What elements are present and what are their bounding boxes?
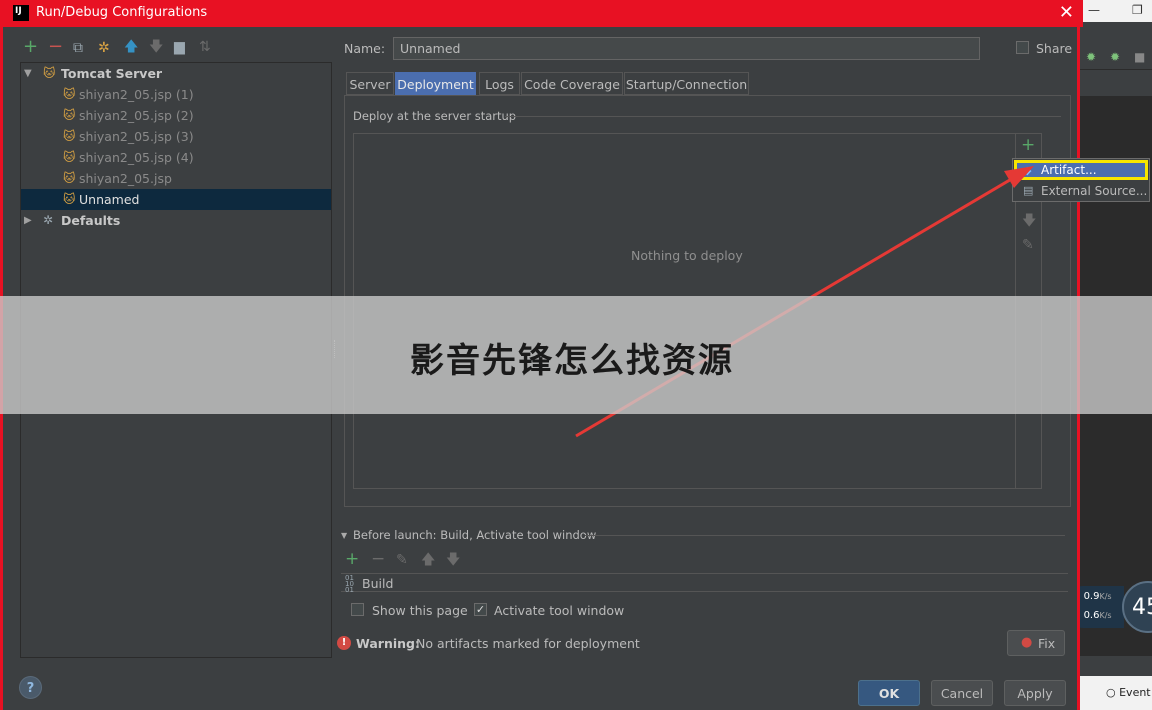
move-down-icon[interactable]: 🡇 <box>1022 214 1036 228</box>
copy-configuration-icon[interactable]: ⧉ <box>73 41 83 55</box>
dialog-title: Run/Debug Configurations <box>36 5 208 20</box>
build-binary-icon: 01 10 01 <box>345 574 354 594</box>
tree-node-defaults[interactable]: ▶ ✲ Defaults <box>21 210 331 231</box>
background-toolbar: ✹ ✹ ■ <box>1080 44 1152 70</box>
edit-task-icon[interactable]: ✎ <box>396 553 408 567</box>
help-icon[interactable]: ? <box>19 676 42 699</box>
tree-item-config[interactable]: 🐱 shiyan2_05.jsp (1) <box>21 84 331 105</box>
tomcat-icon: 🐱 <box>63 150 76 164</box>
add-task-icon[interactable]: + <box>345 551 359 568</box>
warning-text: No artifacts marked for deployment <box>416 636 640 651</box>
background-titlebar: — ❐ <box>1080 0 1152 22</box>
tomcat-icon: 🐱 <box>63 108 76 122</box>
tree-item-config[interactable]: 🐱 shiyan2_05.jsp (2) <box>21 105 331 126</box>
tomcat-icon: 🐱 <box>43 66 56 80</box>
coverage-icon[interactable]: ✹ <box>1110 50 1120 64</box>
tab-startup-connection[interactable]: Startup/Connection <box>624 72 749 95</box>
activate-tool-window-label[interactable]: Activate tool window <box>494 603 624 618</box>
tomcat-icon: 🐱 <box>63 129 76 143</box>
search-icon: ○ <box>1106 686 1116 699</box>
tomcat-icon: 🐱 <box>63 171 76 185</box>
bulb-icon: ● <box>1021 635 1033 650</box>
share-checkbox[interactable] <box>1016 41 1029 54</box>
cancel-button[interactable]: Cancel <box>931 680 993 706</box>
remove-task-icon[interactable]: − <box>371 551 385 568</box>
add-artifact-icon[interactable]: + <box>1021 137 1035 154</box>
artifact-icon: ◆ <box>1023 164 1032 177</box>
tree-node-tomcat-server[interactable]: ▼ 🐱 Tomcat Server <box>21 63 331 84</box>
tomcat-icon: 🐱 <box>63 87 76 101</box>
tree-item-unnamed-selected[interactable]: 🐱 Unnamed <box>21 189 331 210</box>
move-down-icon[interactable]: 🡇 <box>149 40 163 54</box>
tree-item-config[interactable]: 🐱 shiyan2_05.jsp (4) <box>21 147 331 168</box>
tree-item-config[interactable]: 🐱 shiyan2_05.jsp <box>21 168 331 189</box>
tab-deployment[interactable]: Deployment <box>395 72 476 96</box>
watermark-text: 影音先锋怎么找资源 <box>410 341 734 381</box>
edit-defaults-icon[interactable]: ✲ <box>98 41 110 55</box>
fix-button[interactable]: ● Fix <box>1007 630 1065 656</box>
edit-pencil-icon[interactable]: ✎ <box>1022 238 1034 252</box>
section-divider <box>505 116 1061 117</box>
collapse-arrow-icon[interactable]: ▶ <box>24 215 32 226</box>
add-deployment-popup: ◆ Artifact... ▤ External Source... <box>1012 158 1150 202</box>
warning-icon: ! <box>337 636 351 650</box>
restore-icon[interactable]: ❐ <box>1132 3 1143 17</box>
before-launch-task-row[interactable]: 01 10 01 Build <box>341 573 1068 594</box>
intellij-app-icon: IJ <box>13 5 29 21</box>
stop-icon[interactable]: ■ <box>1134 50 1145 64</box>
deploy-section-title: Deploy at the server startup <box>353 109 517 123</box>
ok-button[interactable]: OK <box>858 680 920 706</box>
tab-code-coverage[interactable]: Code Coverage <box>521 72 623 95</box>
tree-item-config[interactable]: 🐱 shiyan2_05.jsp (3) <box>21 126 331 147</box>
tab-server[interactable]: Server <box>346 72 394 95</box>
move-up-icon[interactable]: 🡅 <box>421 553 435 567</box>
name-label: Name: <box>344 41 386 56</box>
sort-icon[interactable]: ⇅ <box>199 40 211 54</box>
tab-logs[interactable]: Logs <box>479 72 520 95</box>
add-configuration-icon[interactable]: + <box>23 38 38 56</box>
external-source-icon: ▤ <box>1023 184 1034 197</box>
apply-button[interactable]: Apply <box>1004 680 1066 706</box>
show-this-page-checkbox[interactable] <box>351 603 364 616</box>
debug-bug-icon[interactable]: ✹ <box>1086 50 1096 64</box>
section-divider <box>585 535 1065 536</box>
dialog-titlebar[interactable]: IJ Run/Debug Configurations ✕ <box>3 0 1083 27</box>
warning-title: Warning: <box>356 636 420 651</box>
expand-arrow-icon[interactable]: ▼ <box>24 68 32 79</box>
activate-tool-window-checkbox[interactable]: ✓ <box>474 603 487 616</box>
show-this-page-label[interactable]: Show this page <box>372 603 468 618</box>
move-down-icon[interactable]: 🡇 <box>446 553 460 567</box>
remove-configuration-icon[interactable]: − <box>48 38 63 56</box>
event-log-button[interactable]: ○ Event <box>1098 682 1152 704</box>
empty-deploy-text: Nothing to deploy <box>631 248 743 263</box>
share-label[interactable]: Share <box>1036 41 1072 56</box>
menu-item-external-source[interactable]: ▤ External Source... <box>1014 181 1148 201</box>
minimize-icon[interactable]: — <box>1088 3 1100 17</box>
defaults-wrench-icon: ✲ <box>43 213 54 227</box>
folder-icon[interactable]: ▆ <box>174 40 185 54</box>
before-launch-label[interactable]: Before launch: Build, Activate tool wind… <box>353 528 596 542</box>
close-icon[interactable]: ✕ <box>1059 2 1074 23</box>
menu-item-artifact[interactable]: ◆ Artifact... <box>1014 160 1148 180</box>
name-input[interactable]: Unnamed <box>393 37 980 60</box>
tomcat-icon: 🐱 <box>63 192 76 206</box>
collapse-arrow-icon[interactable]: ▼ <box>341 531 347 540</box>
move-up-icon[interactable]: 🡅 <box>124 40 138 54</box>
